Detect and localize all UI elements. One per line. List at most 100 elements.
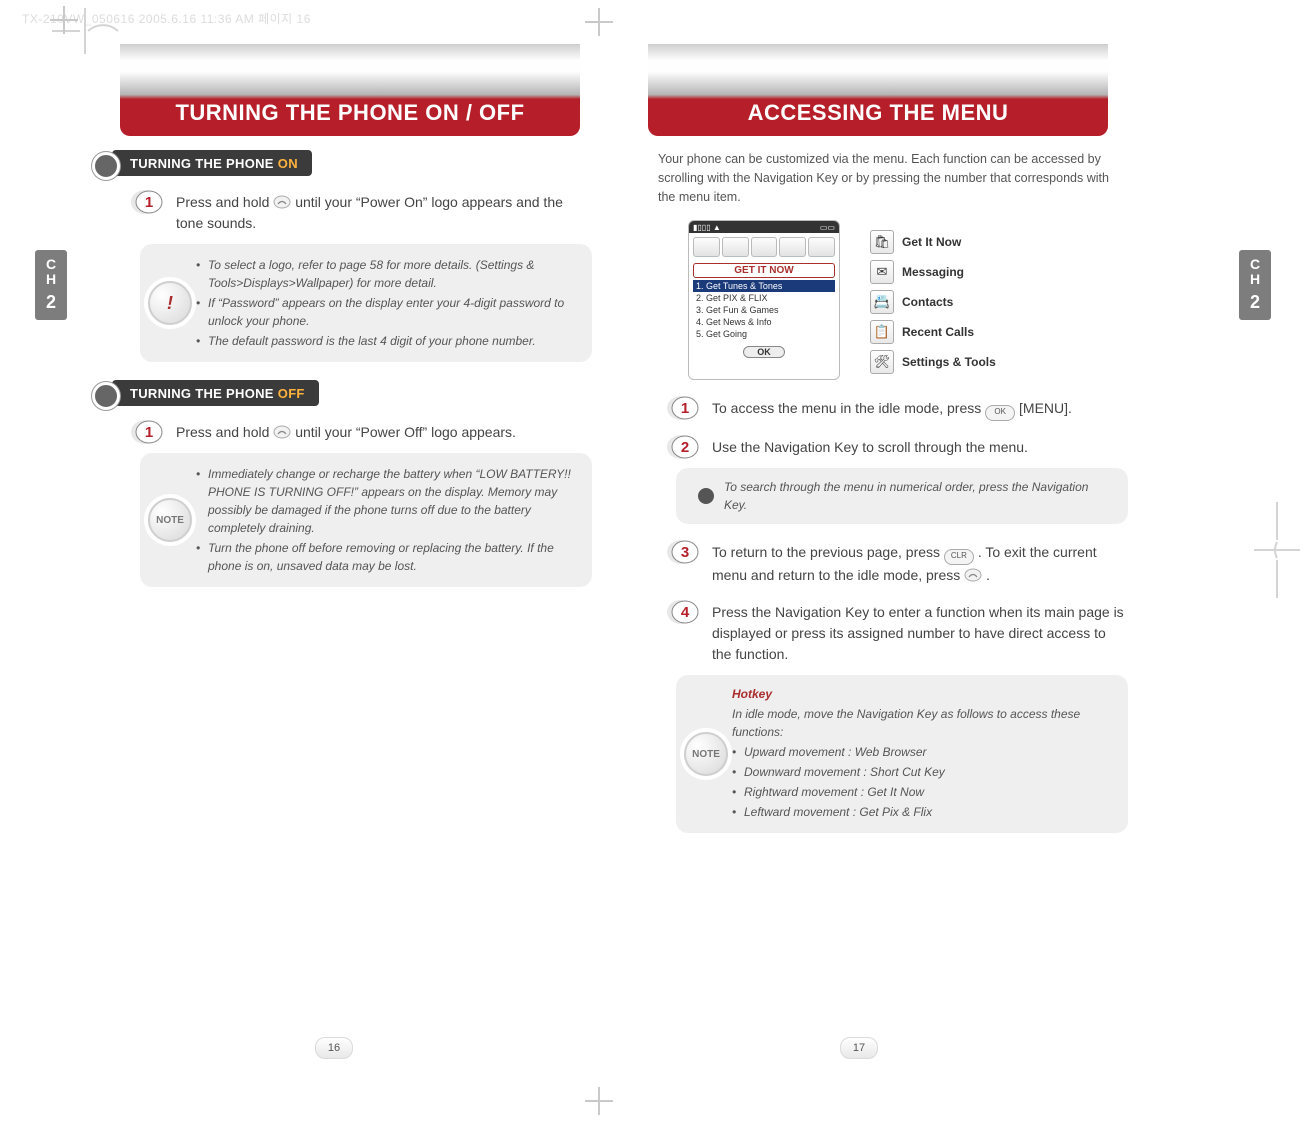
svg-text:3: 3	[681, 544, 689, 561]
step-text: until your “Power Off” logo appears.	[295, 424, 516, 440]
bullet-icon	[698, 488, 714, 504]
hotkey-box: NOTE Hotkey In idle mode, move the Navig…	[676, 675, 1128, 833]
app-icon: ✉	[870, 260, 894, 284]
app-icon: 🛍	[870, 230, 894, 254]
menu-label: Contacts	[902, 295, 953, 309]
menu-label: Get It Now	[902, 235, 961, 249]
exclaim-badge-icon: !	[148, 281, 192, 325]
step-badge-icon: 4	[666, 598, 700, 626]
tip-box: To search through the menu in numerical …	[676, 468, 1128, 524]
step-badge-icon: 1	[666, 394, 700, 422]
app-icon: 📋	[870, 320, 894, 344]
app-icon: 📇	[870, 290, 894, 314]
intro-text: Your phone can be customized via the men…	[658, 150, 1128, 206]
chapter-letter-h: H	[1239, 271, 1271, 288]
step-text: [MENU].	[1019, 400, 1072, 416]
note-item: If “Password” appears on the display ent…	[196, 294, 578, 330]
chapter-letter-h: H	[35, 271, 67, 288]
note-item: Immediately change or recharge the batte…	[196, 465, 578, 537]
step-text: Press and hold	[176, 194, 273, 210]
hotkey-item: Upward movement : Web Browser	[732, 743, 1114, 761]
note-badge-icon: NOTE	[148, 498, 192, 542]
chapter-tab-left: C H 2	[35, 250, 67, 320]
page-number-right: 17	[840, 1037, 878, 1059]
step-text: Use the Navigation Key to scroll through…	[712, 439, 1028, 455]
section-heading-off: TURNING THE PHONE OFF	[112, 380, 319, 406]
menu-item: 📇 Contacts	[870, 290, 996, 314]
note-list: To select a logo, refer to page 58 for m…	[196, 256, 578, 350]
hotkey-item: Rightward movement : Get It Now	[732, 783, 1114, 801]
phone-screenshot: ▮▯▯▯ ▲▭▭ GET IT NOW 1. Get Tunes & Tones…	[688, 220, 840, 380]
menu-item: 📋 Recent Calls	[870, 320, 996, 344]
phone-screen-item: 5. Get Going	[693, 328, 835, 340]
alert-box: ! To select a logo, refer to page 58 for…	[140, 244, 592, 362]
svg-text:4: 4	[681, 604, 690, 621]
document-spread: TX-210VW_050616 2005.6.16 11:36 AM 페이지 1…	[0, 0, 1306, 1129]
step-badge-icon: 1	[130, 418, 164, 446]
crop-mark-icon	[585, 1087, 613, 1115]
hotkey-list: Upward movement : Web Browser Downward m…	[732, 743, 1114, 821]
phone-softkey: OK	[743, 346, 785, 358]
svg-text:1: 1	[145, 194, 153, 211]
chapter-letter-c: C	[35, 250, 67, 273]
hotkey-item: Downward movement : Short Cut Key	[732, 763, 1114, 781]
section-heading-on: TURNING THE PHONE ON	[112, 150, 312, 176]
chapter-number: 2	[35, 292, 67, 314]
step-text: To access the menu in the idle mode, pre…	[712, 400, 985, 416]
note-list: Immediately change or recharge the batte…	[196, 465, 578, 575]
step-text: To return to the previous page, press	[712, 544, 944, 560]
step-1-on: 1 Press and hold until your “Power On” l…	[140, 192, 592, 234]
note-badge-icon: NOTE	[684, 732, 728, 776]
chapter-number: 2	[1239, 292, 1271, 314]
note-item: The default password is the last 4 digit…	[196, 332, 578, 350]
step-4: 4 Press the Navigation Key to enter a fu…	[676, 602, 1128, 665]
phone-figure: ▮▯▯▯ ▲▭▭ GET IT NOW 1. Get Tunes & Tones…	[688, 220, 1128, 380]
page-title: ACCESSING THE MENU	[648, 100, 1108, 126]
page-banner-right: ACCESSING THE MENU	[648, 44, 1108, 136]
note-item: Turn the phone off before removing or re…	[196, 539, 578, 575]
menu-item: 🛠Settings & Tools	[870, 350, 996, 374]
menu-item: 🛍 Get It Now	[870, 230, 996, 254]
page-number-left: 16	[315, 1037, 353, 1059]
step-badge-icon: 2	[666, 433, 700, 461]
step-3: 3 To return to the previous page, press …	[676, 542, 1128, 586]
phone-screen-title: GET IT NOW	[693, 263, 835, 278]
step-text: Press and hold	[176, 424, 273, 440]
main-menu-list: 🛍 Get It Now ✉ Messaging 📇 Contacts 📋 Recent…	[870, 224, 996, 380]
step-badge-icon: 3	[666, 538, 700, 566]
step-1-off: 1 Press and hold until your “Power Off” …	[140, 422, 592, 443]
hotkey-heading: Hotkey	[732, 685, 1114, 703]
phone-status-bar: ▮▯▯▯ ▲▭▭	[689, 221, 839, 233]
page-left: TURNING THE PHONE ON 1 Press and hold un…	[112, 150, 592, 605]
end-key-icon	[964, 568, 982, 582]
hotkey-intro: In idle mode, move the Navigation Key as…	[732, 705, 1114, 741]
hotkey-item: Leftward movement : Get Pix & Flix	[732, 803, 1114, 821]
page-banner-left: TURNING THE PHONE ON / OFF	[120, 44, 580, 136]
svg-text:2: 2	[681, 439, 689, 456]
phone-screen-item: 4. Get News & Info	[693, 316, 835, 328]
crop-arc-icon	[50, 6, 120, 56]
phone-screen-item: 3. Get Fun & Games	[693, 304, 835, 316]
tip-text: To search through the menu in numerical …	[724, 480, 1088, 512]
page-right: Your phone can be customized via the men…	[648, 150, 1128, 851]
section-label: TURNING THE PHONE	[130, 156, 274, 171]
phone-screen-item: 2. Get PIX & FLIX	[693, 292, 835, 304]
page-title: TURNING THE PHONE ON / OFF	[120, 100, 580, 126]
crop-mark-icon	[585, 8, 613, 36]
section-label: TURNING THE PHONE	[130, 386, 274, 401]
note-item: To select a logo, refer to page 58 for m…	[196, 256, 578, 292]
end-key-icon	[273, 195, 291, 209]
menu-label: Messaging	[902, 265, 964, 279]
menu-label: Recent Calls	[902, 325, 974, 339]
step-text: .	[986, 567, 990, 583]
chapter-tab-right: C H 2	[1239, 250, 1271, 320]
section-accent: OFF	[278, 386, 305, 401]
note-box: NOTE Immediately change or recharge the …	[140, 453, 592, 587]
step-text: Press the Navigation Key to enter a func…	[712, 604, 1124, 662]
step-2: 2 Use the Navigation Key to scroll throu…	[676, 437, 1128, 458]
app-icon: 🛠	[870, 350, 894, 374]
phone-icon-row	[689, 233, 839, 261]
end-key-icon	[273, 425, 291, 439]
crop-side-arc-icon	[1252, 500, 1302, 600]
svg-text:1: 1	[681, 400, 689, 417]
